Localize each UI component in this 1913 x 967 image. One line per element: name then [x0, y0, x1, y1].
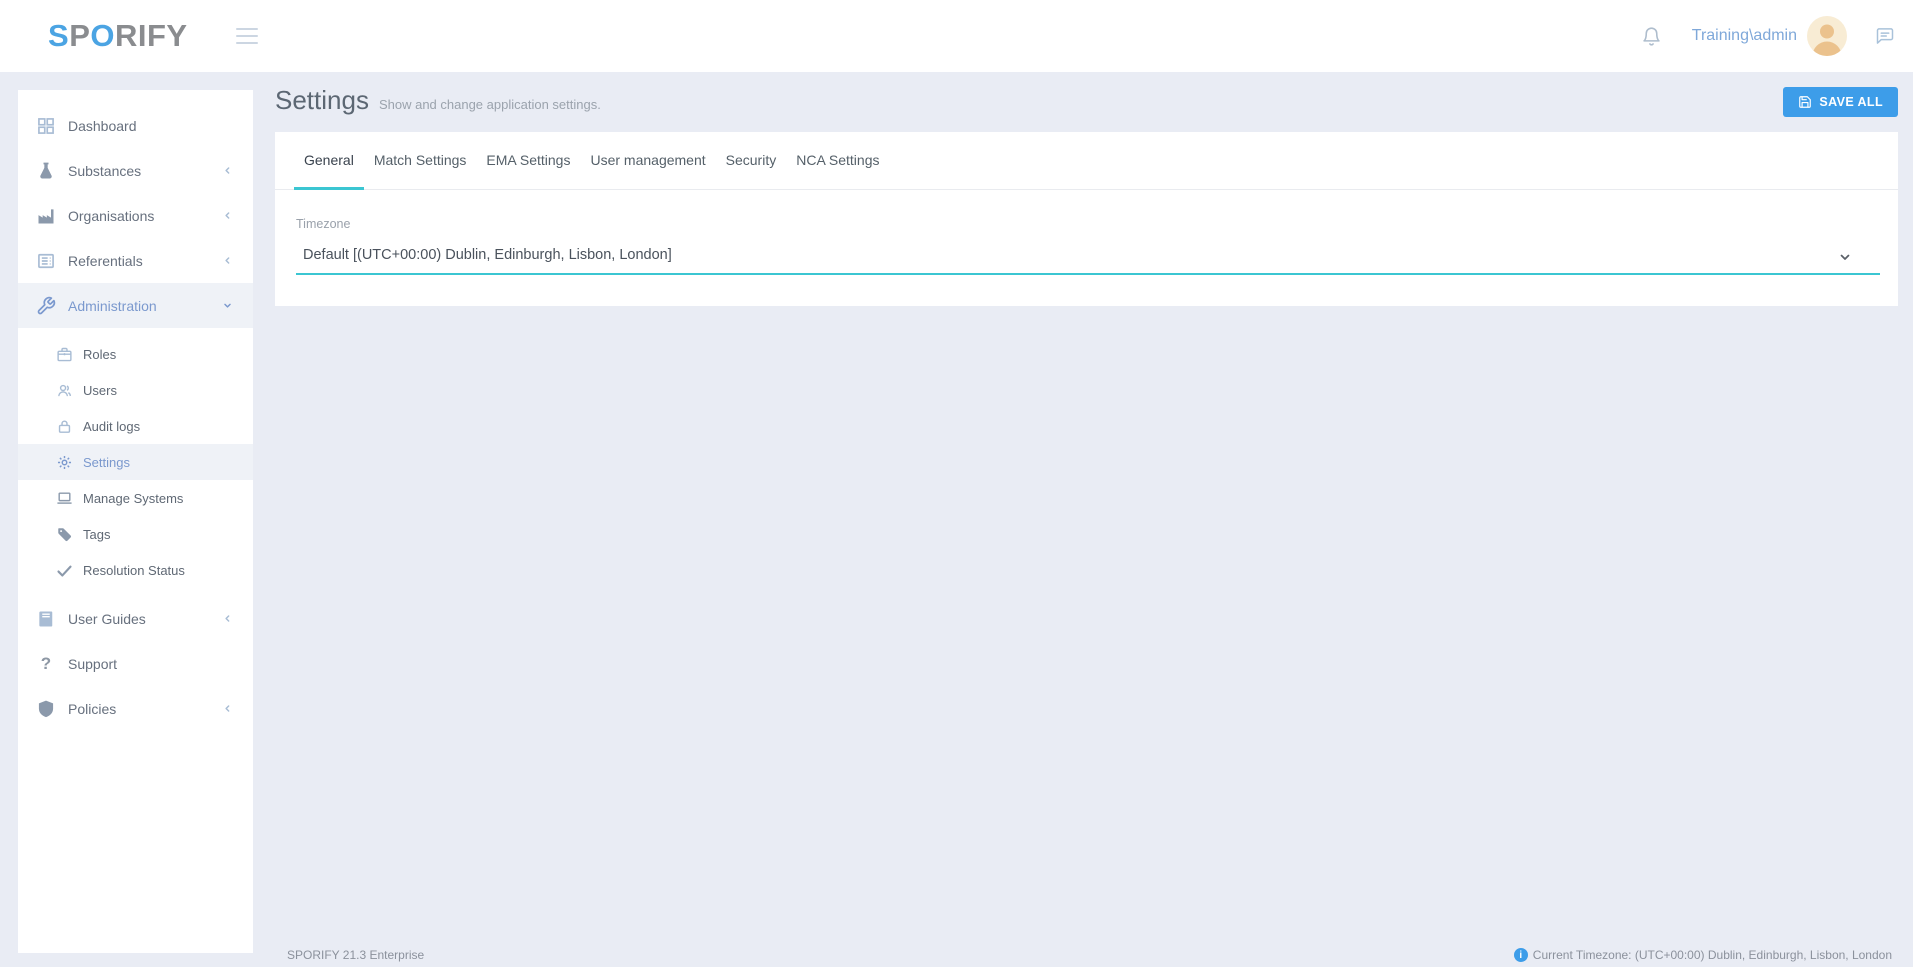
laptop-icon	[56, 490, 73, 507]
logo-letters-rify: RIFY	[115, 18, 188, 53]
question-mark-icon: ?	[36, 654, 56, 674]
tab-security[interactable]: Security	[716, 132, 787, 189]
page-subtitle: Show and change application settings.	[379, 97, 601, 112]
sidebar-item-label: Resolution Status	[83, 563, 185, 578]
sidebar-item-label: Dashboard	[68, 118, 137, 134]
sidebar-item-label: Settings	[83, 455, 130, 470]
footer-version-label: SPORIFY 21.3 Enterprise	[287, 948, 424, 962]
factory-icon	[36, 206, 56, 226]
main-content: Settings Show and change application set…	[275, 85, 1898, 306]
timezone-select[interactable]: Default [(UTC+00:00) Dublin, Edinburgh, …	[296, 242, 1880, 275]
sidebar-item-referentials[interactable]: Referentials	[18, 238, 253, 283]
sidebar-item-label: Referentials	[68, 253, 143, 269]
chevron-left-icon	[222, 255, 233, 266]
app-logo[interactable]: SPORIFY	[48, 18, 188, 54]
sidebar-item-policies[interactable]: Policies	[18, 686, 253, 731]
save-all-button[interactable]: SAVE ALL	[1783, 87, 1898, 117]
floppy-save-icon	[1798, 95, 1812, 109]
sidebar-item-label: Administration	[68, 298, 157, 314]
gear-icon	[56, 454, 73, 471]
flask-icon	[36, 161, 56, 181]
sidebar-item-label: Support	[68, 656, 117, 672]
info-icon: i	[1514, 948, 1528, 962]
sidebar-item-label: Users	[83, 383, 117, 398]
sidebar-item-settings[interactable]: Settings	[18, 444, 253, 480]
briefcase-icon	[56, 346, 73, 363]
footer: SPORIFY 21.3 Enterprise i Current Timezo…	[287, 948, 1892, 962]
sidebar-item-dashboard[interactable]: Dashboard	[18, 103, 253, 148]
chevron-left-icon	[222, 165, 233, 176]
sidebar-item-label: Roles	[83, 347, 116, 362]
sidebar-item-tags[interactable]: Tags	[18, 516, 253, 552]
sidebar-item-label: Audit logs	[83, 419, 140, 434]
book-icon	[36, 609, 56, 629]
chevron-down-icon	[222, 300, 233, 311]
chevron-left-icon	[222, 210, 233, 221]
sidebar-item-substances[interactable]: Substances	[18, 148, 253, 193]
tab-nca-settings[interactable]: NCA Settings	[786, 132, 889, 189]
settings-tabs: General Match Settings EMA Settings User…	[275, 132, 1898, 190]
tag-icon	[56, 526, 73, 543]
users-icon	[56, 382, 73, 399]
sidebar-item-users[interactable]: Users	[18, 372, 253, 408]
save-all-label: SAVE ALL	[1819, 95, 1883, 109]
dashboard-grid-icon	[36, 116, 56, 136]
sidebar-item-roles[interactable]: Roles	[18, 336, 253, 372]
wrench-icon	[36, 296, 56, 316]
sidebar-item-label: Organisations	[68, 208, 154, 224]
lock-icon	[56, 418, 73, 435]
administration-submenu: Roles Users Audit logs Settings Manage S…	[18, 328, 253, 596]
tab-match-settings[interactable]: Match Settings	[364, 132, 477, 189]
settings-card: General Match Settings EMA Settings User…	[275, 132, 1898, 306]
sidebar-item-resolution-status[interactable]: Resolution Status	[18, 552, 253, 588]
sidebar-item-administration[interactable]: Administration	[18, 283, 253, 328]
sidebar-nav: Dashboard Substances Organisations Refer…	[18, 90, 253, 953]
timezone-selected-value: Default [(UTC+00:00) Dublin, Edinburgh, …	[303, 247, 672, 263]
page-title: Settings	[275, 85, 369, 116]
sidebar-item-audit-logs[interactable]: Audit logs	[18, 408, 253, 444]
sidebar-item-manage-systems[interactable]: Manage Systems	[18, 480, 253, 516]
sidebar-item-user-guides[interactable]: User Guides	[18, 596, 253, 641]
logo-letter-o: O	[90, 18, 115, 53]
sidebar-item-label: Substances	[68, 163, 141, 179]
chat-messages-icon[interactable]	[1873, 24, 1897, 48]
logo-letter-s: S	[48, 18, 69, 53]
chevron-down-icon	[1838, 250, 1852, 264]
chevron-left-icon	[222, 613, 233, 624]
list-icon	[36, 251, 56, 271]
footer-current-timezone: Current Timezone: (UTC+00:00) Dublin, Ed…	[1533, 948, 1892, 962]
sidebar-item-label: Tags	[83, 527, 110, 542]
sidebar-item-label: Policies	[68, 701, 116, 717]
sidebar-item-support[interactable]: ? Support	[18, 641, 253, 686]
notifications-bell-icon[interactable]	[1637, 22, 1666, 51]
sidebar-item-label: User Guides	[68, 611, 146, 627]
logo-letter-p: P	[69, 18, 90, 53]
tab-user-management[interactable]: User management	[580, 132, 715, 189]
sidebar-item-label: Manage Systems	[83, 491, 183, 506]
chevron-left-icon	[222, 703, 233, 714]
current-user-label[interactable]: Training\admin	[1692, 27, 1797, 45]
timezone-label: Timezone	[296, 217, 1880, 231]
tab-ema-settings[interactable]: EMA Settings	[476, 132, 580, 189]
top-header: SPORIFY Training\admin	[0, 0, 1913, 72]
avatar[interactable]	[1807, 16, 1847, 56]
sidebar-item-organisations[interactable]: Organisations	[18, 193, 253, 238]
tab-general[interactable]: General	[294, 132, 364, 189]
person-silhouette-icon	[1807, 16, 1847, 56]
shield-icon	[36, 699, 56, 719]
check-icon	[56, 562, 73, 579]
hamburger-menu-icon[interactable]	[232, 24, 262, 48]
